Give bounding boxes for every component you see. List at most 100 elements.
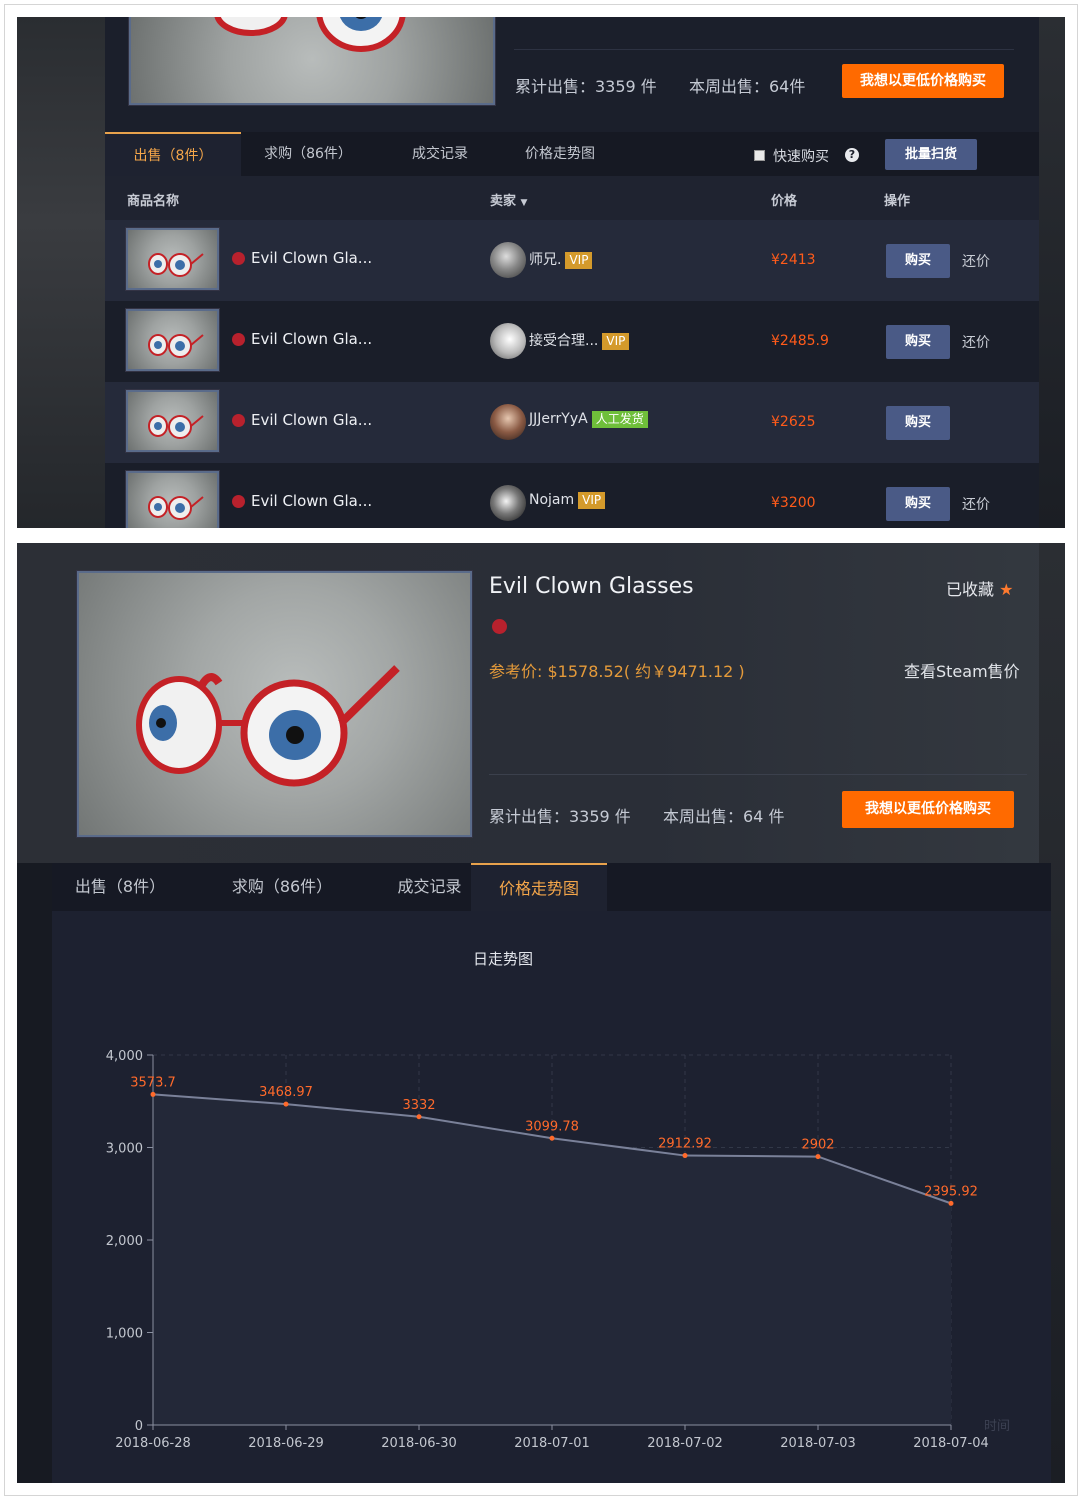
seller-name[interactable]: Nojam VIP (529, 492, 606, 509)
rarity-icon (232, 414, 245, 427)
data-point (150, 1091, 156, 1097)
data-point (416, 1114, 422, 1120)
buy-cheaper-button[interactable]: 我想以更低价格购买 (842, 64, 1004, 98)
col-price: 价格 (771, 194, 798, 209)
chart-title: 日走势图 (473, 950, 533, 968)
data-label: 2902 (801, 1138, 834, 1153)
data-label: 3332 (402, 1098, 435, 1113)
sell-listings-panel: 累计出售：3359 件 本周出售：64件 我想以更低价格购买 出售（8件） 求购… (17, 17, 1065, 528)
row-item-thumbnail[interactable] (126, 390, 219, 452)
rarity-icon (232, 252, 245, 265)
sort-down-icon: ▼ (520, 198, 528, 208)
seller-avatar[interactable] (490, 485, 526, 521)
cumulative-sold: 累计出售：3359 件 (515, 77, 657, 96)
y-tick-label: 0 (135, 1419, 143, 1434)
table-row: Evil Clown Gla... 接受合理... VIP ¥2485.9 购买 … (105, 301, 1039, 382)
data-label: 2395.92 (924, 1184, 978, 1199)
x-tick-label: 2018-06-29 (248, 1436, 324, 1451)
x-tick-label: 2018-06-30 (381, 1436, 457, 1451)
y-axis: 0 1,000 2,000 3,000 4,000 (106, 1049, 154, 1434)
row-item-name[interactable]: Evil Clown Gla... (251, 249, 372, 267)
col-seller[interactable]: 卖家 ▼ (490, 190, 527, 209)
x-tick-label: 2018-06-28 (115, 1436, 191, 1451)
tab-bar: 出售（8件） 求购（86件） 成交记录 价格走势图 快速购买 ? 批量扫货 (105, 132, 1039, 176)
price-trend-chart: 日走势图 01,0002,0003,0004,000 2018-06-28 201… (106, 950, 1010, 1451)
data-label: 3468.97 (259, 1085, 313, 1100)
item-image (129, 17, 495, 105)
x-tick-label: 2018-07-03 (780, 1436, 856, 1451)
counter-offer-link[interactable]: 还价 (962, 332, 990, 352)
glasses-icon (148, 496, 204, 520)
col-item-name: 商品名称 (127, 194, 180, 209)
x-axis-title: 时间 (984, 1419, 1010, 1434)
x-tick-label: 2018-07-04 (913, 1436, 989, 1451)
quick-buy-checkbox[interactable] (754, 150, 765, 161)
row-price: ¥2625 (771, 414, 816, 430)
tab-buy-orders[interactable]: 求购（86件） (251, 132, 365, 176)
seller-avatar[interactable] (490, 242, 526, 278)
y-tick-label: 4,000 (106, 1049, 143, 1064)
seller-avatar[interactable] (490, 323, 526, 359)
vip-badge: VIP (565, 252, 593, 269)
listing-content: 累计出售：3359 件 本周出售：64件 我想以更低价格购买 出售（8件） 求购… (105, 17, 1039, 528)
buy-button[interactable]: 购买 (886, 325, 950, 359)
data-label: 3099.78 (525, 1119, 579, 1134)
item-detail-panel: Evil Clown Glasses 已收藏 ★ 参考价: $1578.52( … (17, 543, 1065, 1483)
row-price: ¥2485.9 (771, 333, 829, 349)
y-tick-label: 1,000 (106, 1327, 143, 1342)
row-item-name[interactable]: Evil Clown Gla... (251, 411, 372, 429)
glasses-icon (214, 17, 406, 52)
y-tick-label: 2,000 (106, 1234, 143, 1249)
data-point (815, 1154, 821, 1160)
buy-button[interactable]: 购买 (886, 406, 950, 440)
batch-sweep-button[interactable]: 批量扫货 (885, 139, 977, 170)
tab-trade-history[interactable]: 成交记录 (395, 132, 485, 176)
manual-delivery-badge: 人工发货 (591, 411, 648, 428)
y-tick-label: 3,000 (106, 1142, 143, 1157)
buy-button[interactable]: 购买 (886, 244, 950, 278)
x-axis: 2018-06-28 2018-06-29 2018-06-30 2018-07-01… (115, 1424, 989, 1451)
data-point (948, 1200, 954, 1206)
divider (514, 49, 1014, 50)
buy-button[interactable]: 购买 (886, 487, 950, 521)
x-tick-label: 2018-07-01 (514, 1436, 590, 1451)
counter-offer-link[interactable]: 还价 (962, 251, 990, 271)
background-art-right (1039, 17, 1065, 528)
data-point (682, 1153, 688, 1159)
rarity-icon (232, 333, 245, 346)
col-action: 操作 (884, 194, 911, 209)
row-price: ¥3200 (771, 495, 816, 511)
glasses-icon (148, 415, 204, 439)
quick-buy-label: 快速购买 (773, 149, 829, 165)
seller-avatar[interactable] (490, 404, 526, 440)
x-tick-label: 2018-07-02 (647, 1436, 723, 1451)
table-row: Evil Clown Gla... Nojam VIP ¥3200 购买 还价 (105, 463, 1039, 528)
rarity-icon (232, 495, 245, 508)
row-price: ¥2413 (771, 252, 816, 268)
table-row: Evil Clown Gla... JJJerrYyA 人工发货 ¥2625 购买 (105, 382, 1039, 463)
vip-badge: VIP (578, 492, 606, 509)
row-item-thumbnail[interactable] (126, 309, 219, 371)
data-label: 2912.92 (658, 1137, 712, 1152)
table-row: Evil Clown Gla... 师兄. VIP ¥2413 购买 还价 (105, 220, 1039, 301)
data-point (283, 1101, 289, 1107)
background-art-left (17, 17, 105, 528)
tab-price-trend[interactable]: 价格走势图 (510, 132, 610, 176)
row-item-name[interactable]: Evil Clown Gla... (251, 492, 372, 510)
data-label: 3573.7 (130, 1075, 176, 1090)
seller-name[interactable]: 师兄. VIP (529, 249, 593, 269)
glasses-icon (148, 334, 204, 358)
seller-name[interactable]: 接受合理... VIP (529, 330, 630, 350)
seller-name[interactable]: JJJerrYyA 人工发货 (529, 411, 648, 428)
help-icon[interactable]: ? (845, 148, 859, 162)
week-sold: 本周出售：64件 (689, 77, 806, 96)
row-item-thumbnail[interactable] (126, 228, 219, 290)
row-item-name[interactable]: Evil Clown Gla... (251, 330, 372, 348)
vip-badge: VIP (602, 333, 630, 350)
data-point (549, 1135, 555, 1141)
row-item-thumbnail[interactable] (126, 471, 219, 528)
table-header: 商品名称 卖家 ▼ 价格 操作 (105, 176, 1039, 220)
tab-sell[interactable]: 出售（8件） (105, 132, 241, 176)
counter-offer-link[interactable]: 还价 (962, 494, 990, 514)
glasses-icon (148, 253, 204, 277)
